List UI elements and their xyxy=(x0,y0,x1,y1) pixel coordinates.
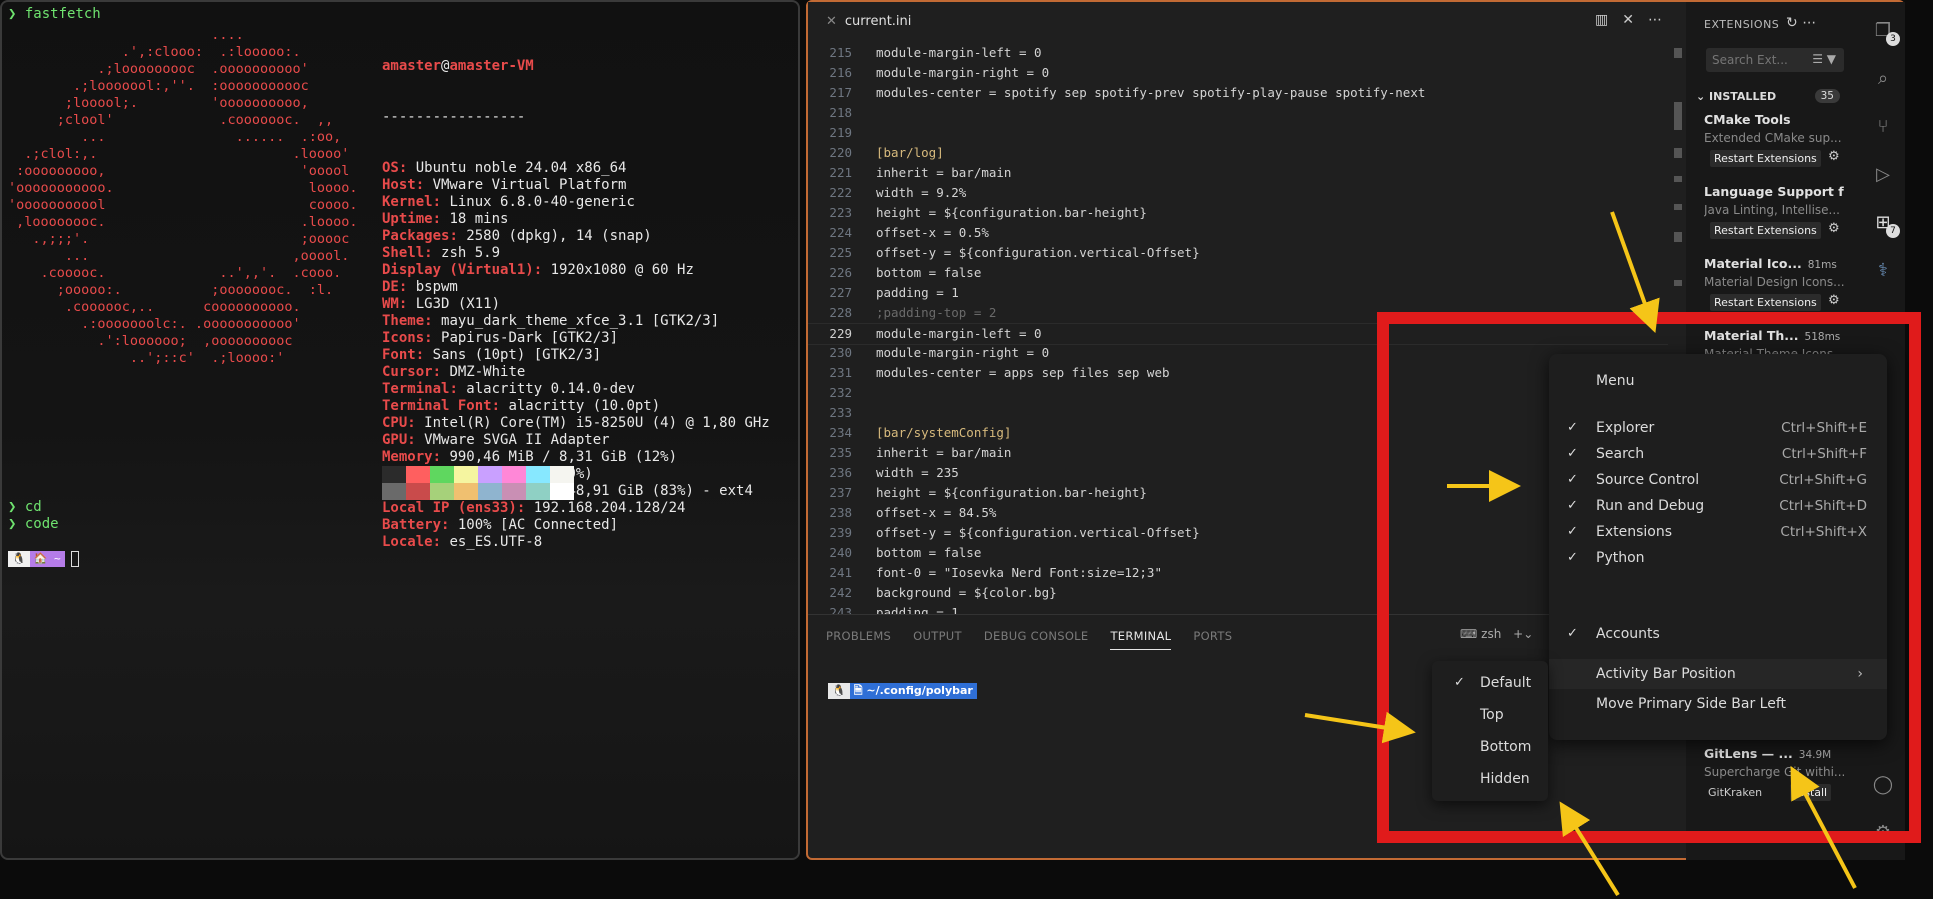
arrow-to-submenu xyxy=(1304,711,1416,744)
annotation-arrows xyxy=(1304,211,1857,897)
arrow-to-submenu-bottom xyxy=(1559,801,1620,897)
arrow-to-gitlens xyxy=(1790,765,1857,889)
arrow-to-sidebar xyxy=(1610,211,1660,334)
